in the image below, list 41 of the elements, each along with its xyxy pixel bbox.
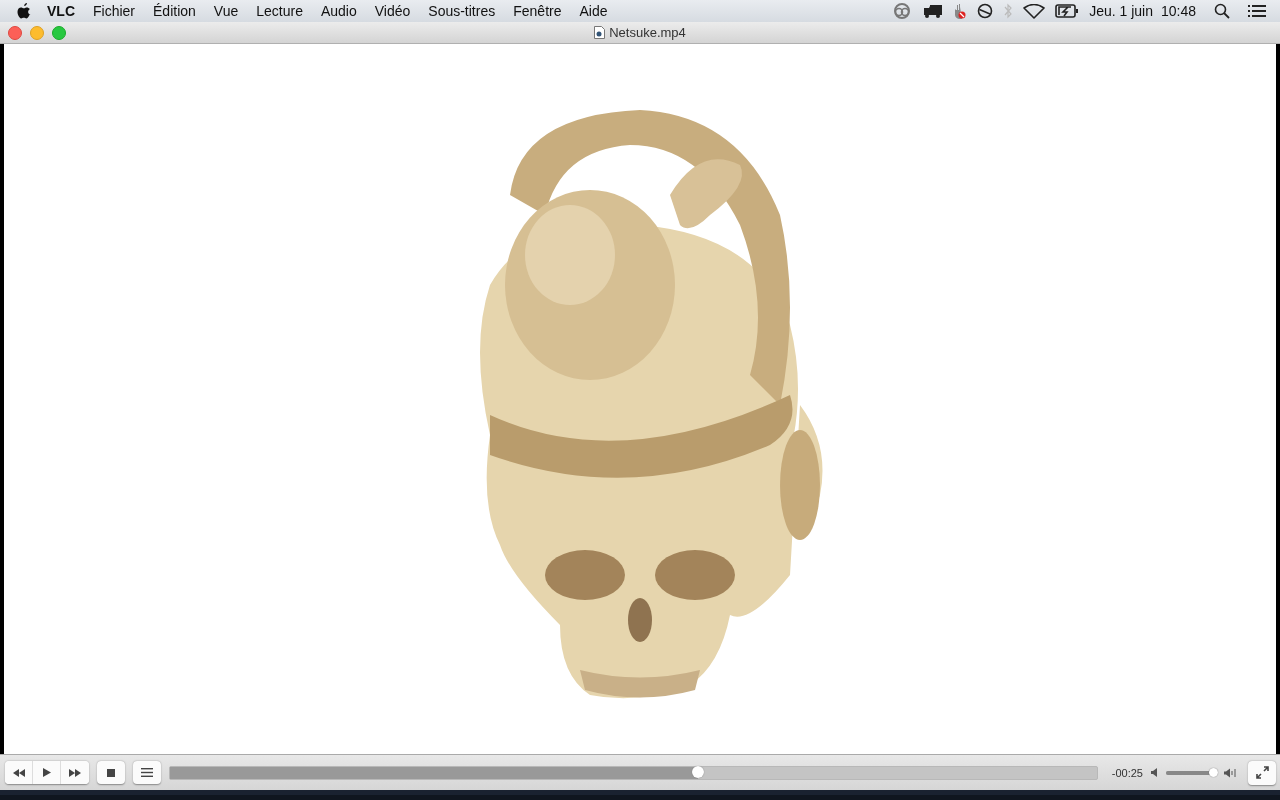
list-icon[interactable] — [1248, 4, 1266, 18]
volume-slider[interactable] — [1166, 767, 1216, 778]
menu-item[interactable]: Édition — [144, 0, 205, 22]
fast-forward-button[interactable] — [61, 761, 89, 784]
remaining-time: -00:25 — [1111, 766, 1143, 779]
truck-icon[interactable] — [923, 4, 944, 18]
app-menu[interactable]: VLC — [32, 0, 84, 22]
menu-item[interactable]: Fenêtre — [504, 0, 571, 22]
fast-forward-icon — [68, 768, 82, 777]
menu-item[interactable]: Audio — [311, 0, 366, 22]
apple-icon[interactable] — [16, 2, 32, 20]
hand-icon[interactable] — [953, 3, 968, 19]
playlist-button[interactable] — [133, 761, 161, 784]
progress-slider[interactable] — [169, 765, 1098, 780]
battery-icon[interactable] — [1055, 4, 1080, 18]
volume-handle[interactable] — [1208, 767, 1218, 777]
window-title: Netsuke.mp4 — [609, 25, 686, 40]
progress-handle[interactable] — [692, 765, 705, 778]
rewind-icon — [11, 768, 26, 777]
volume-high-icon[interactable] — [1224, 767, 1236, 778]
wifi-icon[interactable] — [1023, 3, 1046, 19]
search-icon[interactable] — [1214, 3, 1230, 19]
file-icon — [594, 26, 606, 39]
menu-item[interactable]: Vidéo — [365, 0, 420, 22]
menu-item[interactable]: Aide — [570, 0, 617, 22]
play-button[interactable] — [33, 761, 61, 784]
expand-icon — [1255, 766, 1269, 779]
menu-item[interactable]: Sous-titres — [419, 0, 505, 22]
menu-item[interactable]: Lecture — [247, 0, 312, 22]
rewind-button[interactable] — [5, 761, 33, 784]
menu-item[interactable]: Vue — [204, 0, 248, 22]
menubar-time[interactable]: 10:48 — [1160, 3, 1196, 19]
stop-icon — [107, 768, 115, 777]
fullscreen-button[interactable] — [1248, 760, 1276, 785]
play-icon — [42, 768, 51, 777]
playlist-icon — [141, 768, 153, 777]
menubar-date[interactable]: Jeu. 1 juin — [1089, 3, 1153, 19]
menu-item[interactable]: Fichier — [84, 0, 144, 22]
stop-button[interactable] — [97, 761, 125, 784]
volume-low-icon[interactable] — [1151, 768, 1158, 777]
close-button[interactable] — [8, 25, 22, 40]
